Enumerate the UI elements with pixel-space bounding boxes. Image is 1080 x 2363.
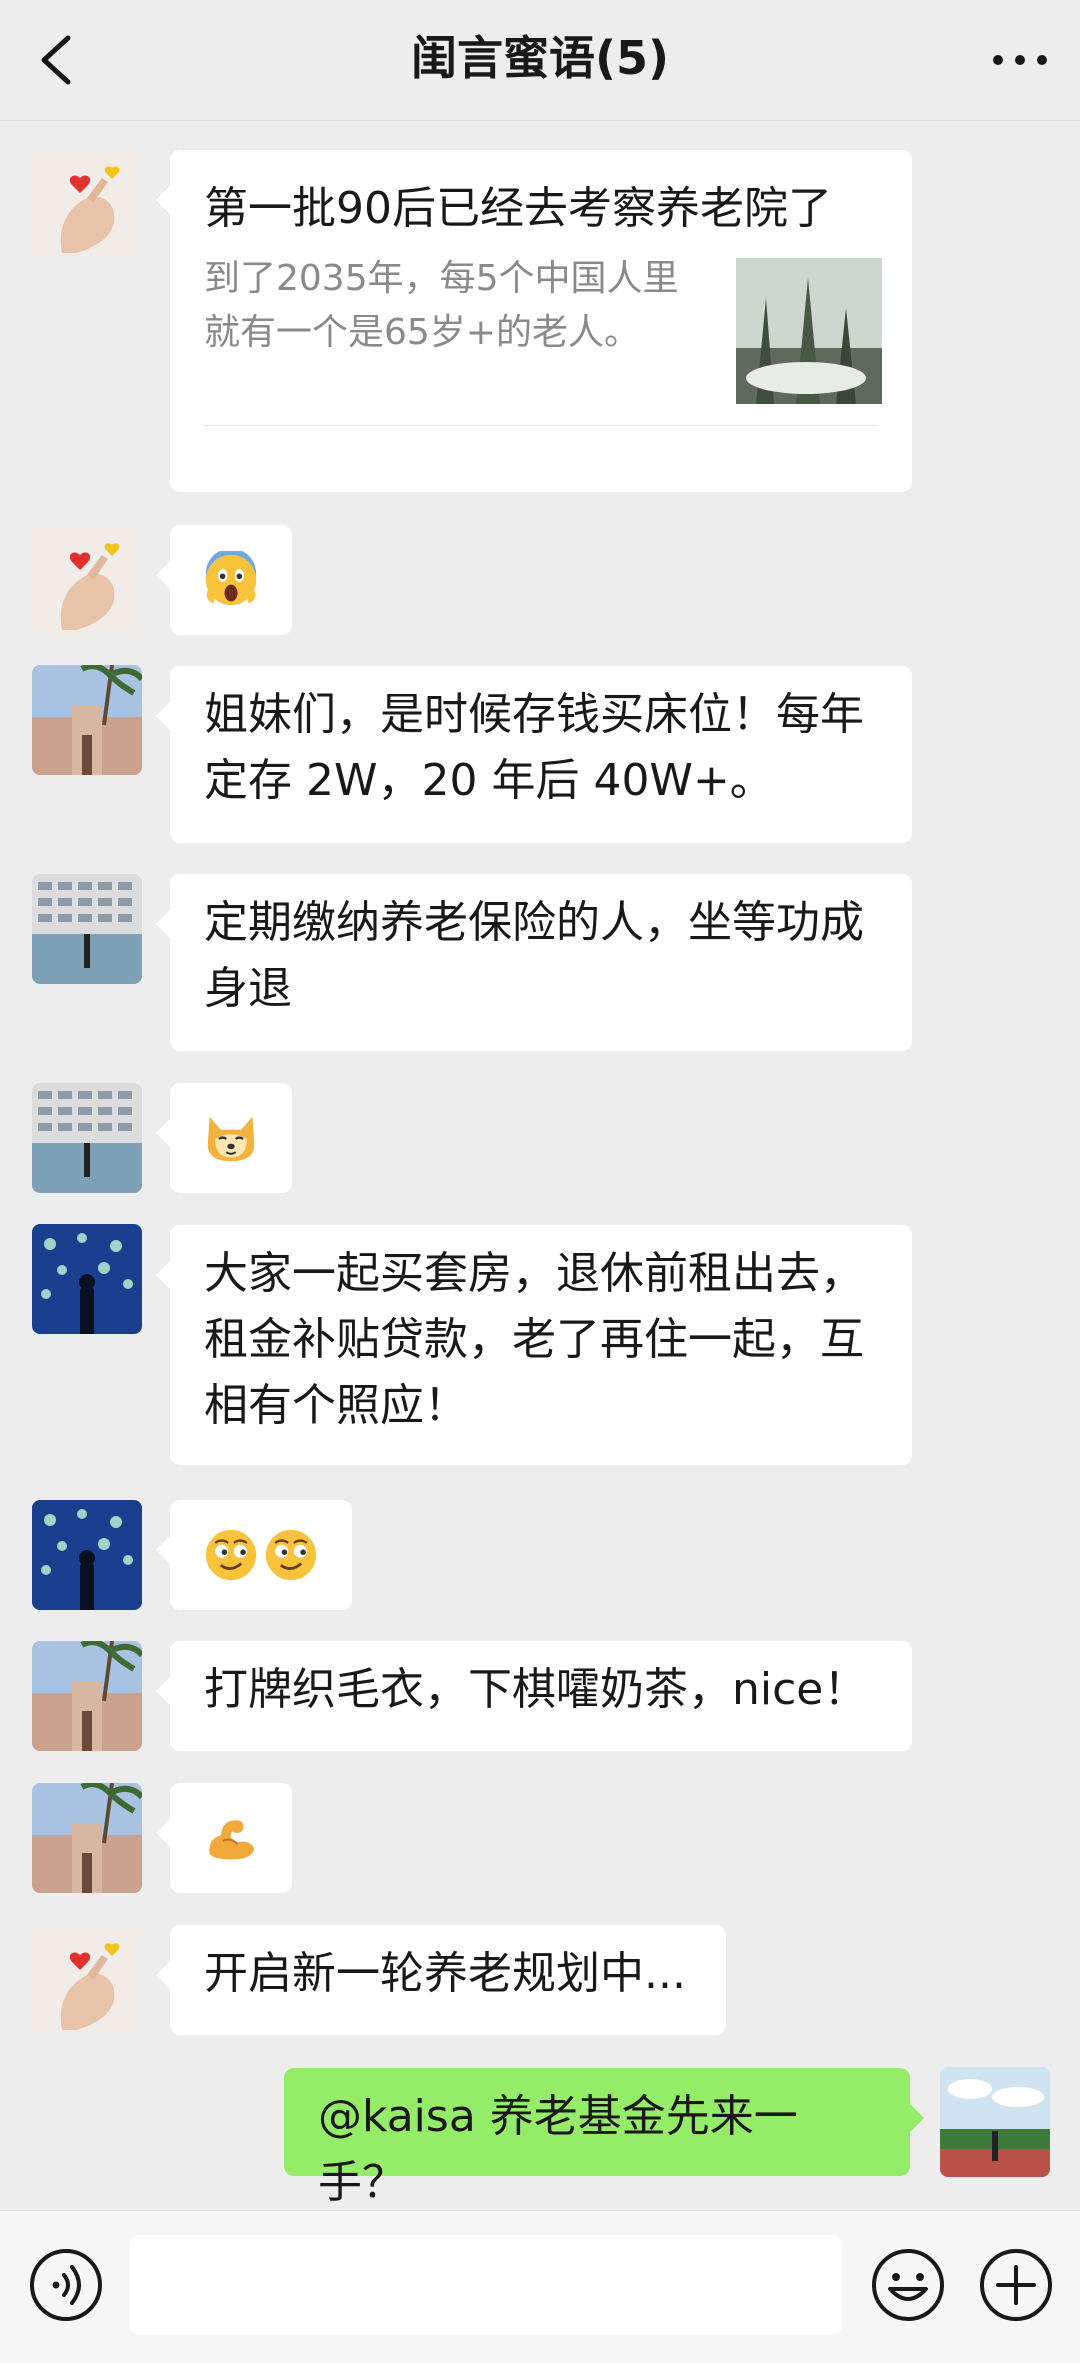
text-message[interactable]: 大家一起买套房，退休前租出去，租金补贴贷款，老了再住一起，互相有个照应！ — [156, 1225, 912, 1465]
more-dots-icon — [993, 55, 1047, 65]
avatar-apartment[interactable] — [32, 1083, 142, 1193]
avatar-aquarium[interactable] — [32, 1500, 142, 1610]
scream-emoji-icon — [205, 551, 257, 606]
avatar-aquarium[interactable] — [32, 1224, 142, 1334]
text-message[interactable]: 定期缴纳养老保险的人，坐等功成身退 — [156, 874, 912, 1051]
link-thumbnail — [736, 258, 882, 404]
emoji-message[interactable] — [156, 1500, 352, 1610]
text-message[interactable]: 姐妹们，是时候存钱买床位！每年定存 2W，20 年后 40W+。 — [156, 666, 912, 843]
avatar-heart-hand[interactable] — [32, 525, 142, 635]
message-text: 定期缴纳养老保险的人，坐等功成身退 — [204, 897, 864, 1014]
message-input[interactable] — [130, 2235, 842, 2335]
message-text: 大家一起买套房，退休前租出去，租金补贴贷款，老了再住一起，互相有个照应！ — [204, 1248, 864, 1431]
plus-button[interactable] — [978, 2247, 1054, 2323]
emoji-face-icon — [872, 2249, 944, 2321]
voice-button[interactable] — [28, 2247, 104, 2323]
avatar-palm-building[interactable] — [32, 665, 142, 775]
emoji-message[interactable] — [156, 1783, 292, 1893]
message-text: 开启新一轮养老规划中... — [204, 1948, 686, 1999]
input-bar — [0, 2210, 1080, 2363]
avatar-heart-hand[interactable] — [32, 148, 142, 258]
link-description: 到了2035年，每5个中国人里就有一个是65岁+的老人。 — [204, 258, 679, 353]
avatar-palm-building[interactable] — [32, 1641, 142, 1751]
link-card-message[interactable]: 第一批90后已经去考察养老院了 到了2035年，每5个中国人里就有一个是65岁+… — [156, 150, 912, 492]
avatar-palm-building[interactable] — [32, 1783, 142, 1893]
text-message[interactable]: 开启新一轮养老规划中... — [156, 1925, 726, 2035]
chat-header: 闺言蜜语(5) — [0, 0, 1080, 121]
link-title: 第一批90后已经去考察养老院了 — [204, 183, 832, 234]
more-button[interactable] — [988, 36, 1052, 84]
plus-icon — [980, 2249, 1052, 2321]
avatar-heart-hand[interactable] — [32, 1925, 142, 2035]
avatar-apartment[interactable] — [32, 874, 142, 984]
emoji-message[interactable] — [156, 1083, 292, 1193]
avatar-me[interactable] — [940, 2067, 1050, 2177]
doge-emoji-icon — [207, 1116, 255, 1162]
message-text: 姐妹们，是时候存钱买床位！每年定存 2W，20 年后 40W+。 — [204, 689, 864, 806]
emoji-button[interactable] — [870, 2247, 946, 2323]
smirk-emoji-icon — [265, 1529, 317, 1581]
smirk-emoji-icon — [205, 1529, 257, 1581]
my-text-message[interactable]: @kaisa 养老基金先来一手？ — [284, 2068, 924, 2208]
link-divider — [204, 425, 878, 426]
text-message[interactable]: 打牌织毛衣，下棋嚯奶茶，nice！ — [156, 1641, 912, 1751]
message-text: 打牌织毛衣，下棋嚯奶茶，nice！ — [204, 1664, 868, 1715]
chat-title: 闺言蜜语(5) — [410, 31, 670, 85]
message-text: @kaisa 养老基金先来一手？ — [318, 2091, 798, 2208]
emoji-message[interactable] — [156, 525, 292, 635]
voice-icon — [30, 2249, 102, 2321]
flex-arm-emoji-icon — [209, 1820, 255, 1860]
